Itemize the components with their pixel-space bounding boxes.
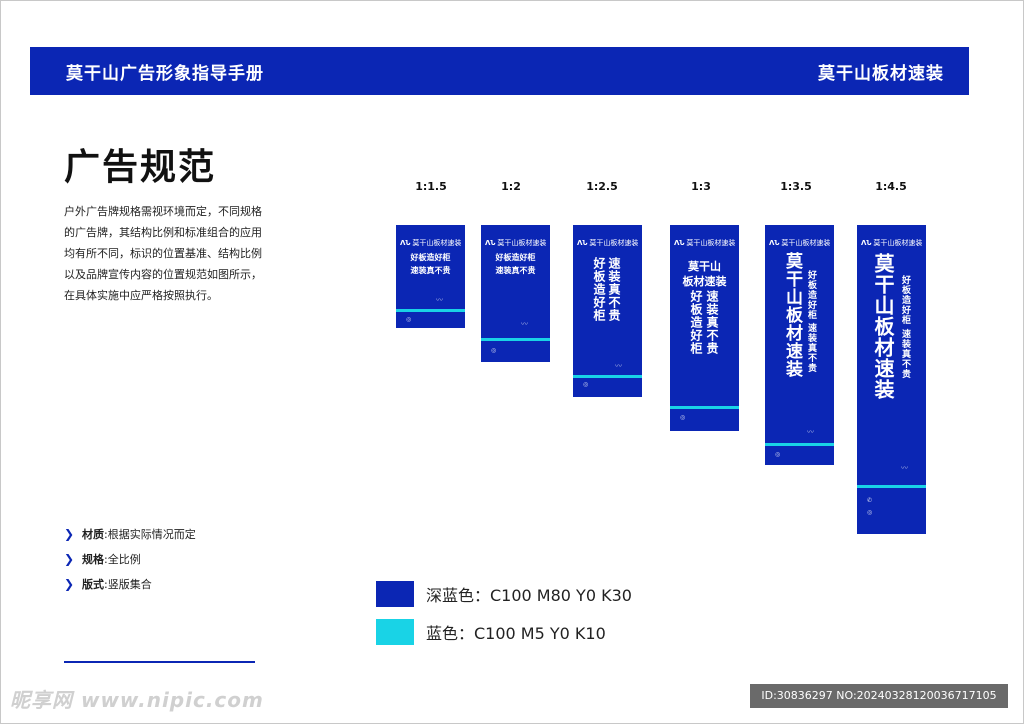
vertical-slogan-2: 速装真不贵 bbox=[900, 329, 910, 379]
brand-line-1: 莫干山 bbox=[688, 260, 721, 273]
contact-icon: ◎ bbox=[406, 316, 412, 323]
brand-line-2: 板材速装 bbox=[682, 275, 727, 288]
brand-logo: ɅՆ 莫干山板材速装 bbox=[674, 238, 735, 248]
slogan-2: 速装真不贵 bbox=[495, 266, 536, 275]
spec-value: :根据实际情况而定 bbox=[104, 527, 196, 541]
header-bar: 莫干山广告形象指导手册 莫干山板材速装 bbox=[30, 47, 969, 95]
brand-name: 莫干山板材速装 bbox=[781, 239, 831, 247]
vertical-brand: 莫干山板材速装 bbox=[782, 252, 802, 378]
vertical-slogan-1: 好板造好柜 bbox=[689, 290, 703, 355]
wave-icon: 〰 bbox=[521, 320, 528, 328]
contact-icon: ◎ bbox=[583, 381, 589, 388]
brand-logo: ɅՆ 莫干山板材速装 bbox=[769, 238, 830, 248]
spec-value: :竖版集合 bbox=[104, 577, 152, 591]
slogan-2: 速装真不贵 bbox=[410, 266, 451, 275]
vertical-slogan-2: 速装真不贵 bbox=[806, 323, 816, 373]
wave-icon: 〰 bbox=[807, 428, 814, 436]
id-watermark: ID:30836297 NO:20240328120036717105 bbox=[750, 684, 1008, 708]
spec-item-material: ❯ 材质:根据实际情况而定 bbox=[64, 521, 196, 546]
vertical-slogan-1: 好板造好柜 bbox=[592, 257, 606, 322]
spec-label: 规格 bbox=[82, 552, 104, 566]
contact-icon: ◎ bbox=[680, 414, 686, 421]
manual-title: 莫干山广告形象指导手册 bbox=[66, 64, 264, 84]
contact-icon: ◎ bbox=[867, 509, 873, 516]
vertical-slogan-2: 速装真不贵 bbox=[607, 257, 621, 322]
legend-label: 蓝色：C100 M5 Y0 K10 bbox=[426, 624, 606, 643]
cyan-stripe bbox=[396, 309, 465, 312]
cyan-stripe bbox=[573, 375, 642, 378]
logo-icon: ɅՆ bbox=[769, 239, 780, 247]
description-text: 户外广告牌规格需视环境而定，不同规格的广告牌，其结构比例和标准组合的应用均有所不… bbox=[64, 205, 262, 302]
dark-blue-swatch bbox=[376, 581, 414, 607]
wave-icon: 〰 bbox=[436, 296, 443, 304]
billboard-1-1.5: ɅՆ 莫干山板材速装 好板造好柜 速装真不贵 〰 ◎ bbox=[396, 225, 465, 328]
ratio-label: 1:3.5 bbox=[780, 180, 812, 193]
brand-name: 莫干山板材速装 bbox=[589, 239, 639, 247]
logo-icon: ɅՆ bbox=[485, 239, 496, 247]
site-watermark: 昵享网 www.nipic.com bbox=[10, 688, 264, 712]
spec-label: 版式 bbox=[82, 577, 104, 591]
brand-logo: ɅՆ 莫干山板材速装 bbox=[861, 238, 922, 248]
contact-icon: ◎ bbox=[491, 347, 497, 354]
vertical-slogan-1: 好板造好柜 bbox=[806, 270, 816, 320]
page-title: 广告规范 bbox=[64, 147, 217, 188]
brand-logo: ɅՆ 莫干山板材速装 bbox=[400, 238, 461, 248]
ratio-label: 1:4.5 bbox=[875, 180, 907, 193]
spec-list: ❯ 材质:根据实际情况而定 ❯ 规格:全比例 ❯ 版式:竖版集合 bbox=[64, 521, 196, 596]
brand-name: 莫干山板材速装 bbox=[497, 239, 547, 247]
ratio-label: 1:2.5 bbox=[586, 180, 618, 193]
logo-icon: ɅՆ bbox=[400, 239, 411, 247]
phone-icon: ✆ bbox=[867, 497, 873, 504]
wave-icon: 〰 bbox=[615, 362, 622, 370]
spec-item-size: ❯ 规格:全比例 bbox=[64, 546, 196, 571]
billboard-1-3.5: ɅՆ 莫干山板材速装 莫干山板材速装 好板造好柜 速装真不贵 〰 ◎ bbox=[765, 225, 834, 465]
brand-logo: ɅՆ 莫干山板材速装 bbox=[577, 238, 638, 248]
chevron-right-icon: ❯ bbox=[64, 576, 75, 591]
vertical-slogan-1: 好板造好柜 bbox=[900, 275, 910, 325]
ratio-label: 1:3 bbox=[691, 180, 711, 193]
brand-name: 莫干山板材速装 bbox=[686, 239, 736, 247]
logo-icon: ɅՆ bbox=[861, 239, 872, 247]
legend-cyan: 蓝色：C100 M5 Y0 K10 bbox=[376, 619, 606, 645]
billboard-1-2: ɅՆ 莫干山板材速装 好板造好柜 速装真不贵 〰 ◎ bbox=[481, 225, 550, 362]
legend-dark-blue: 深蓝色：C100 M80 Y0 K30 bbox=[376, 581, 632, 607]
wave-icon: 〰 bbox=[901, 464, 908, 472]
brand-name: 莫干山板材速装 bbox=[873, 239, 923, 247]
billboard-1-4.5: ɅՆ 莫干山板材速装 莫干山板材速装 好板造好柜 速装真不贵 〰 ✆ ◎ bbox=[857, 225, 926, 534]
cyan-stripe bbox=[857, 485, 926, 488]
spec-value: :全比例 bbox=[104, 552, 141, 566]
spec-label: 材质 bbox=[82, 527, 104, 541]
chevron-right-icon: ❯ bbox=[64, 526, 75, 541]
slogan-1: 好板造好柜 bbox=[410, 253, 451, 262]
ratio-label: 1:1.5 bbox=[415, 180, 447, 193]
logo-icon: ɅՆ bbox=[674, 239, 685, 247]
divider-line bbox=[64, 661, 255, 663]
legend-label: 深蓝色：C100 M80 Y0 K30 bbox=[426, 586, 632, 605]
chevron-right-icon: ❯ bbox=[64, 551, 75, 566]
cyan-stripe bbox=[481, 338, 550, 341]
billboard-1-2.5: ɅՆ 莫干山板材速装 速装真不贵 好板造好柜 〰 ◎ bbox=[573, 225, 642, 397]
vertical-slogan-2: 速装真不贵 bbox=[705, 290, 719, 355]
slogan-1: 好板造好柜 bbox=[495, 253, 536, 262]
brand-name: 莫干山板材速装 bbox=[412, 239, 462, 247]
cyan-stripe bbox=[670, 406, 739, 409]
spec-item-layout: ❯ 版式:竖版集合 bbox=[64, 571, 196, 596]
ratio-label: 1:2 bbox=[501, 180, 521, 193]
billboard-1-3: ɅՆ 莫干山板材速装 莫干山 板材速装 速装真不贵 好板造好柜 ◎ bbox=[670, 225, 739, 431]
contact-icon: ◎ bbox=[775, 451, 781, 458]
cyan-stripe bbox=[765, 443, 834, 446]
brand-title: 莫干山板材速装 bbox=[818, 64, 944, 84]
cyan-swatch bbox=[376, 619, 414, 645]
vertical-brand: 莫干山板材速装 bbox=[871, 253, 895, 400]
brand-logo: ɅՆ 莫干山板材速装 bbox=[485, 238, 546, 248]
logo-icon: ɅՆ bbox=[577, 239, 588, 247]
